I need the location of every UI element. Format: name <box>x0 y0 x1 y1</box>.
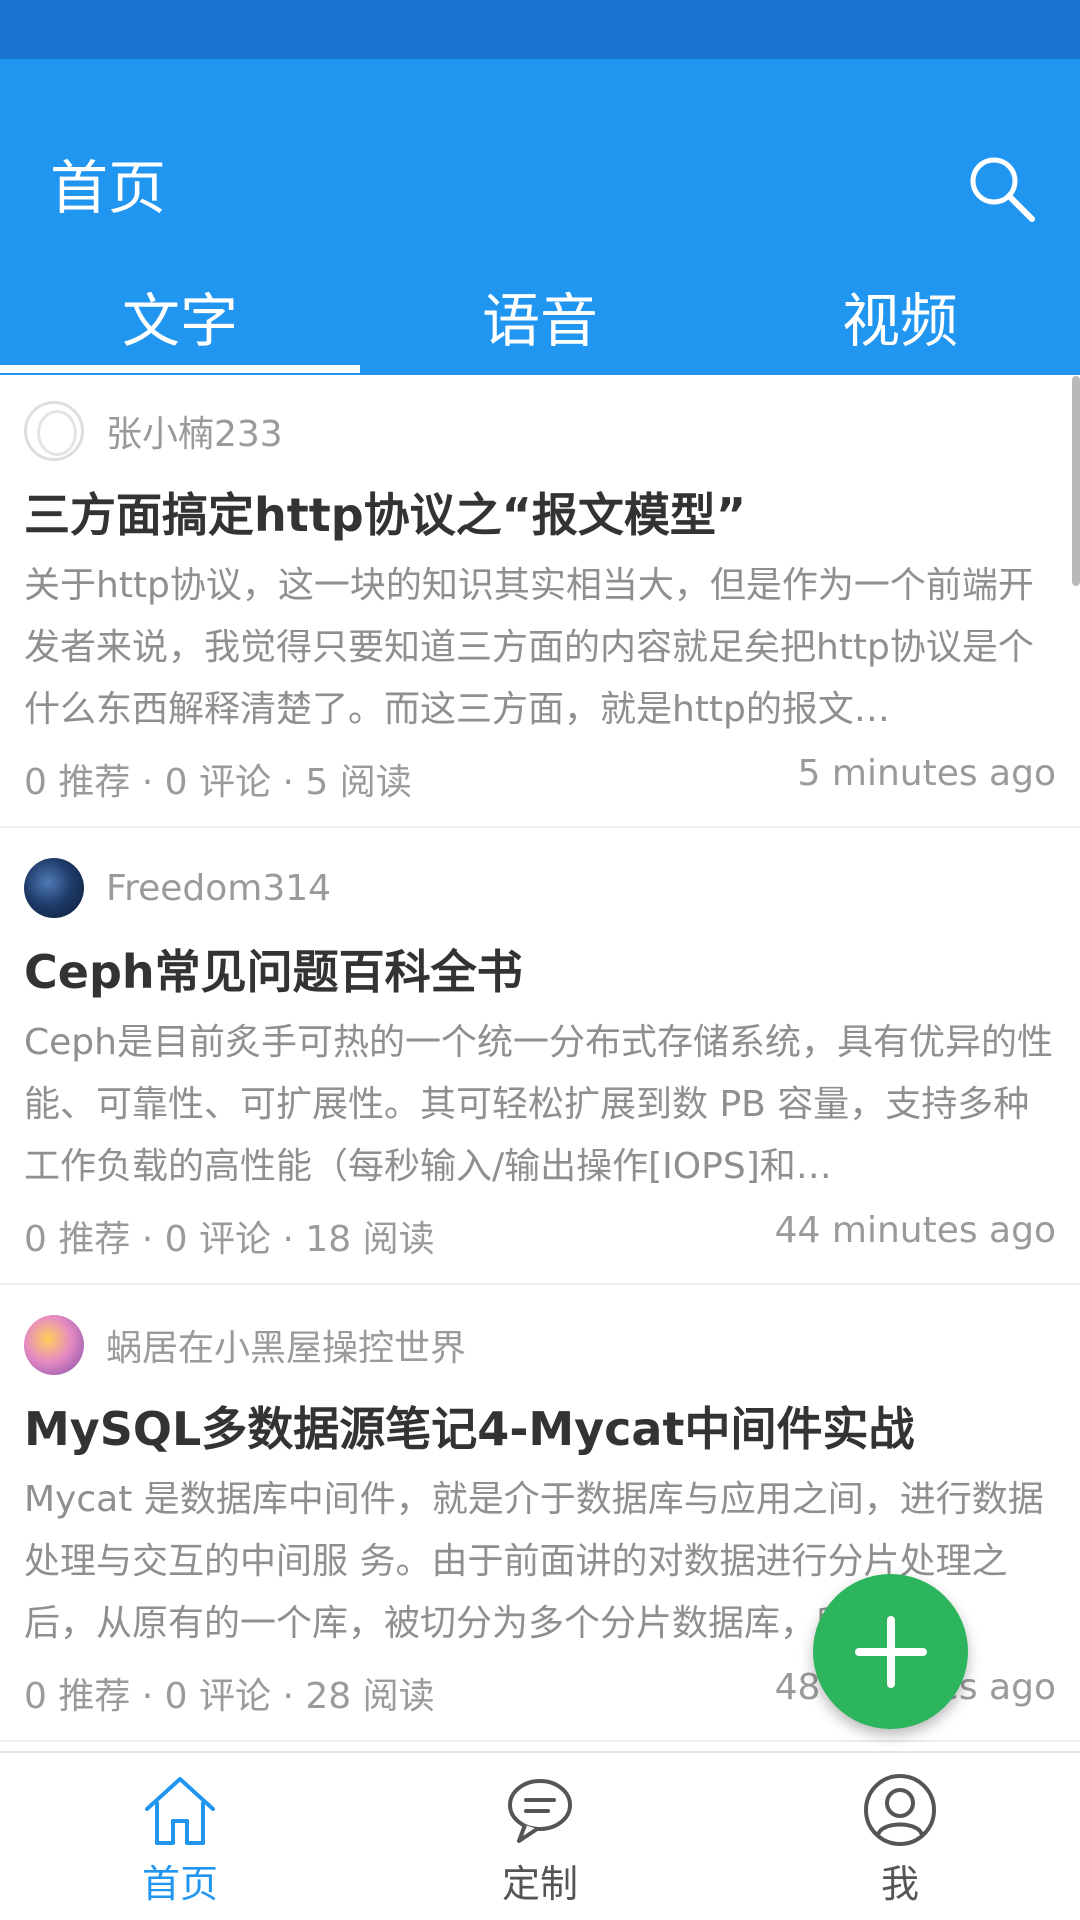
nav-me-label: 我 <box>880 1862 919 1906</box>
scrollbar-thumb[interactable] <box>1072 376 1080 586</box>
bottom-navigation: 首页 定制 我 <box>0 1751 1080 1920</box>
nav-home-label: 首页 <box>141 1862 218 1906</box>
nav-me[interactable]: 我 <box>720 1753 1080 1920</box>
tab-voice[interactable]: 语音 <box>360 250 720 371</box>
article-stats: 0 推荐 · 0 评论 · 18 阅读 <box>24 1219 435 1260</box>
tab-bar: 文字 语音 视频 <box>0 250 1080 371</box>
article-stats: 0 推荐 · 0 评论 · 28 阅读 <box>24 1676 435 1717</box>
home-icon <box>145 1777 215 1845</box>
author-row[interactable]: 张小楠233 <box>24 401 283 461</box>
nav-home[interactable]: 首页 <box>0 1753 360 1920</box>
search-button[interactable] <box>952 139 1052 239</box>
user-icon <box>864 1774 936 1846</box>
author-row[interactable]: 蜗居在小黑屋操控世界 <box>24 1315 466 1375</box>
article-title[interactable]: Ceph常见问题百科全书 <box>24 936 523 1002</box>
tab-text[interactable]: 文字 <box>0 250 360 371</box>
status-bar <box>0 0 1080 59</box>
nav-custom-label: 定制 <box>501 1862 578 1906</box>
tab-indicator <box>0 365 360 373</box>
add-post-button[interactable] <box>813 1574 968 1729</box>
chat-bubble-icon <box>508 1779 572 1843</box>
search-icon <box>970 157 1035 222</box>
article-excerpt: Ceph是目前炙手可热的一个统一分布式存储系统，具有优异的性能、可靠性、可扩展性… <box>24 1022 1053 1187</box>
plus-icon <box>854 1615 927 1688</box>
nav-custom[interactable]: 定制 <box>360 1753 720 1920</box>
article-card[interactable]: 张小楠233 三方面搞定http协议之“报文模型” 关于http协议，这一块的知… <box>0 373 1080 828</box>
article-feed[interactable]: 张小楠233 三方面搞定http协议之“报文模型” 关于http协议，这一块的知… <box>0 373 1080 1751</box>
article-title[interactable]: MySQL多数据源笔记4-Mycat中间件实战 <box>24 1393 914 1459</box>
article-time: 44 minutes ago <box>774 1210 1056 1251</box>
article-title[interactable]: 三方面搞定http协议之“报文模型” <box>24 479 746 545</box>
page-title: 首页 <box>50 154 167 222</box>
author-row[interactable]: Freedom314 <box>24 858 331 918</box>
article-stats: 0 推荐 · 0 评论 · 5 阅读 <box>24 762 412 803</box>
author-name[interactable]: Freedom314 <box>106 868 331 909</box>
article-excerpt: 关于http协议，这一块的知识其实相当大，但是作为一个前端开发者来说，我觉得只要… <box>24 565 1034 730</box>
author-name[interactable]: 张小楠233 <box>106 405 283 457</box>
tab-video[interactable]: 视频 <box>720 250 1080 371</box>
article-time: 5 minutes ago <box>797 753 1056 794</box>
avatar[interactable] <box>24 401 84 461</box>
article-card[interactable]: Freedom314 Ceph常见问题百科全书 Ceph是目前炙手可热的一个统一… <box>0 830 1080 1285</box>
avatar[interactable] <box>24 1315 84 1375</box>
author-name[interactable]: 蜗居在小黑屋操控世界 <box>106 1319 466 1371</box>
avatar[interactable] <box>24 858 84 918</box>
